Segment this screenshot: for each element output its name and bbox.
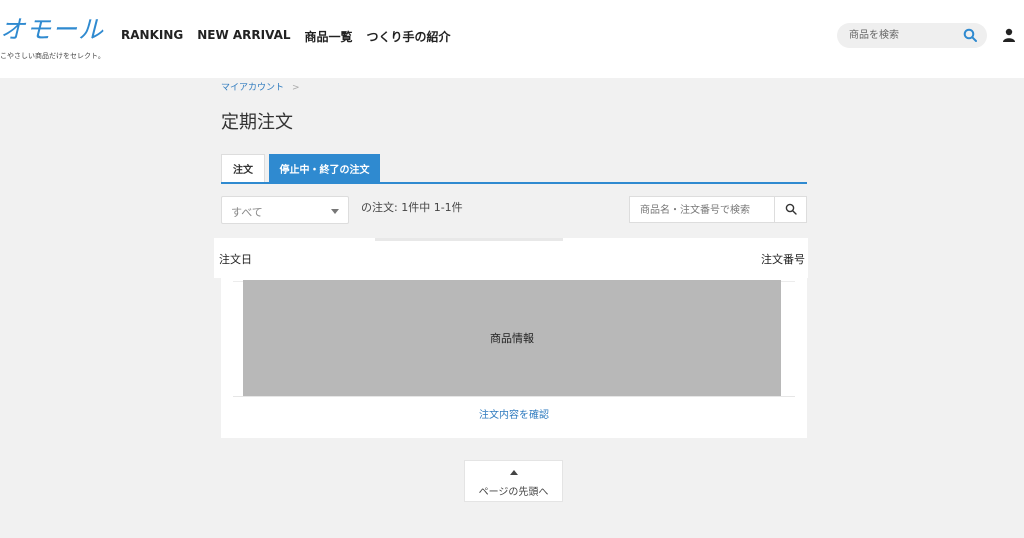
back-to-top-button[interactable]: ページの先頭へ	[464, 460, 563, 502]
back-to-top-label: ページの先頭へ	[478, 487, 549, 498]
card-divider	[233, 396, 795, 397]
logo-wordmark: オモール	[0, 15, 105, 44]
nav-new-arrival[interactable]: NEW ARRIVAL	[197, 28, 290, 45]
header-search-input[interactable]	[849, 28, 959, 43]
site-logo[interactable]: オモール こやさしい商品だけをセレクト。	[0, 6, 110, 66]
status-filter-value: すべて	[231, 206, 263, 219]
logo-tagline: こやさしい商品だけをセレクト。	[0, 52, 105, 60]
breadcrumb-my-account[interactable]: マイアカウント	[221, 83, 284, 93]
arrow-up-icon	[510, 470, 518, 475]
user-icon[interactable]	[1002, 28, 1016, 42]
order-table-header: 注文日 注文番号	[214, 238, 808, 278]
order-card: 商品情報 注文内容を確認	[221, 278, 807, 438]
chevron-down-icon	[331, 209, 339, 214]
product-info-placeholder: 商品情報	[243, 280, 781, 396]
breadcrumb-separator: >	[292, 83, 300, 93]
site-header: オモール こやさしい商品だけをセレクト。 RANKING NEW ARRIVAL…	[0, 0, 1024, 78]
column-order-number: 注文番号	[761, 253, 805, 266]
order-search-input[interactable]	[640, 203, 775, 218]
product-info-label: 商品情報	[490, 332, 534, 345]
order-tabs: 注文 停止中・終了の注文	[221, 154, 807, 184]
tab-orders[interactable]: 注文	[221, 154, 265, 182]
page-title: 定期注文	[221, 112, 293, 133]
main-nav: RANKING NEW ARRIVAL 商品一覧 つくり手の紹介	[121, 28, 451, 45]
search-icon[interactable]	[963, 28, 977, 42]
nav-makers[interactable]: つくり手の紹介	[367, 28, 451, 45]
column-order-date: 注文日	[219, 253, 252, 266]
status-filter-select[interactable]: すべて	[221, 196, 349, 224]
breadcrumb: マイアカウント >	[221, 80, 300, 93]
order-search	[629, 196, 807, 223]
nav-product-list[interactable]: 商品一覧	[305, 28, 353, 45]
order-count: の注文: 1件中 1-1件	[361, 201, 463, 214]
nav-ranking[interactable]: RANKING	[121, 28, 183, 45]
view-order-details-link[interactable]: 注文内容を確認	[221, 406, 807, 421]
order-search-button[interactable]	[774, 197, 806, 222]
header-search	[837, 23, 987, 48]
tab-stopped-ended-orders[interactable]: 停止中・終了の注文	[269, 154, 380, 182]
header-divider	[375, 238, 563, 241]
search-icon	[785, 203, 797, 215]
